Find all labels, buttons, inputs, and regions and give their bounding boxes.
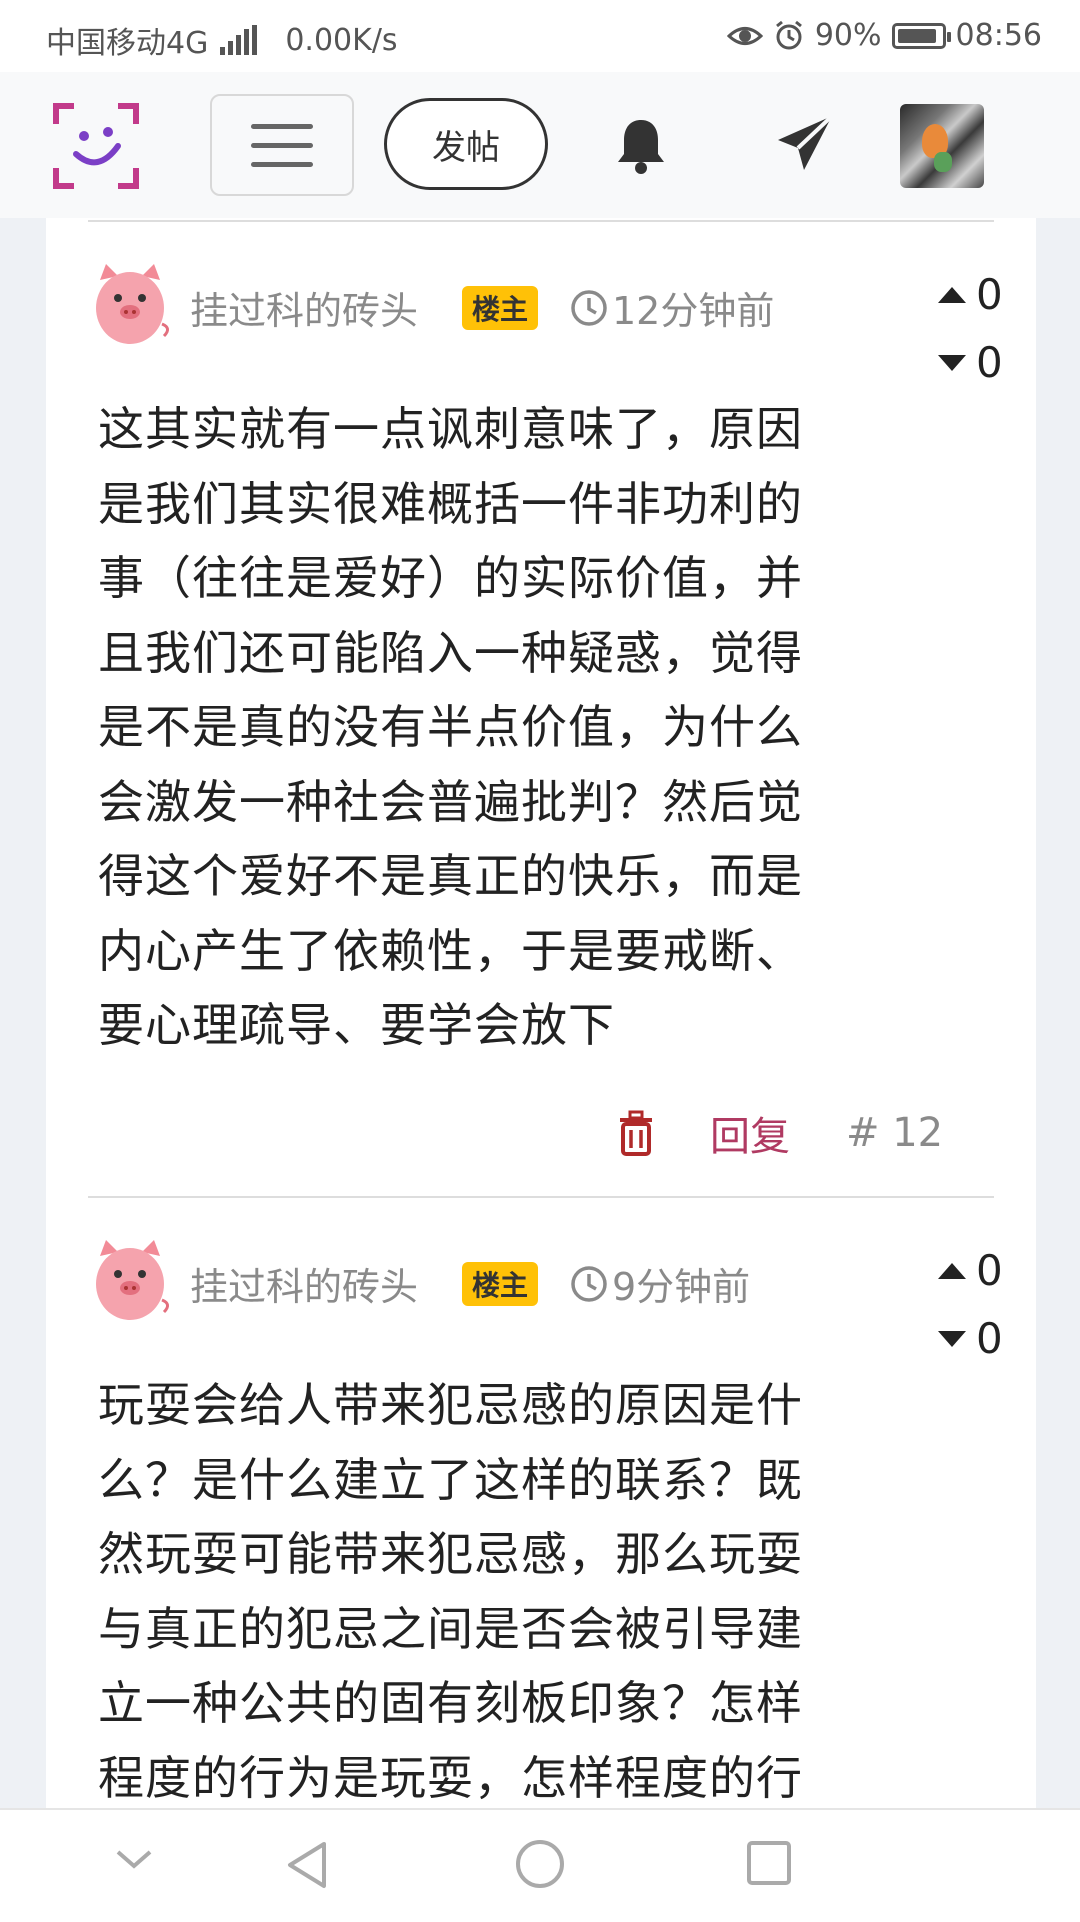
post-time: 9分钟前 — [570, 1256, 750, 1311]
trash-icon[interactable] — [616, 1110, 656, 1156]
post-line: 与真正的犯忌之间是否会被引导建 — [98, 1601, 803, 1656]
downvote-icon — [938, 354, 966, 371]
back-icon[interactable] — [284, 1840, 330, 1890]
post-line: 事（往往是爱好）的实际价值，并 — [98, 551, 803, 605]
downvote-button[interactable]: 0 — [938, 338, 1003, 387]
upvote-icon — [938, 1262, 966, 1279]
downvote-button[interactable]: 0 — [938, 1314, 1003, 1363]
site-logo-icon[interactable] — [52, 102, 140, 190]
clock-icon — [571, 1265, 607, 1302]
system-nav-bar — [0, 1808, 1080, 1922]
thread-card: 挂过科的砖头 楼主 12分钟前 0 0 这其实就有一点讽刺意味了，原因 是我们其… — [46, 218, 1036, 1808]
post-line: 然玩耍可能带来犯忌感，那么玩耍 — [98, 1527, 803, 1581]
downvote-count: 0 — [976, 1314, 1003, 1363]
menu-toggle-button[interactable] — [210, 94, 354, 196]
post-line: 玩耍会给人带来犯忌感的原因是什 — [98, 1378, 803, 1432]
clock-time: 08:56 — [955, 18, 1042, 53]
recents-icon[interactable] — [746, 1840, 792, 1886]
new-post-button[interactable]: 发帖 — [384, 98, 548, 190]
battery-percent: 90% — [814, 18, 882, 53]
post-divider — [88, 220, 994, 222]
upvote-icon — [938, 286, 966, 303]
reply-button[interactable]: 回复 — [710, 1104, 790, 1162]
floor-number: # 12 — [846, 1110, 944, 1156]
eye-icon — [726, 26, 763, 45]
post-line: 要心理疏导、要学会放下 — [98, 998, 615, 1052]
user-avatar[interactable] — [900, 104, 984, 188]
post-line: 会激发一种社会普遍批判？然后觉 — [98, 774, 803, 829]
carrier-label: 中国移动4G — [46, 26, 209, 61]
post-line: 么？是什么建立了这样的联系？既 — [98, 1452, 803, 1507]
post-line: 且我们还可能陷入一种疑惑，觉得 — [98, 625, 803, 680]
downvote-count: 0 — [976, 338, 1003, 387]
status-bar: 中国移动4G 0.00K/s 90% 08:56 — [0, 0, 1080, 72]
post-body: 玩耍会给人带来犯忌感的原因是什 么？是什么建立了这样的联系？既 然玩耍可能带来犯… — [98, 1368, 878, 1808]
home-icon[interactable] — [514, 1838, 566, 1890]
upvote-button[interactable]: 0 — [938, 1246, 1003, 1295]
downvote-icon — [938, 1330, 966, 1347]
post-line: 立一种公共的固有刻板印象？怎样 — [98, 1676, 803, 1730]
post-time-text: 12分钟前 — [612, 289, 775, 333]
upvote-count: 0 — [976, 270, 1003, 319]
alarm-icon — [775, 20, 802, 49]
post-time: 12分钟前 — [570, 280, 774, 335]
clock-icon — [571, 289, 607, 326]
bell-icon[interactable] — [614, 116, 668, 176]
top-navbar: 发帖 — [0, 72, 1080, 218]
author-name[interactable]: 挂过科的砖头 — [190, 280, 418, 335]
post-actions: 回复 # 12 — [616, 1104, 943, 1162]
post-line: 是我们其实很难概括一件非功利的 — [98, 476, 803, 531]
net-speed: 0.00K/s — [285, 22, 398, 58]
post-body: 这其实就有一点讽刺意味了，原因 是我们其实很难概括一件非功利的 事（往往是爱好）… — [98, 392, 878, 1063]
signal-icon — [220, 25, 258, 55]
op-badge: 楼主 — [462, 286, 539, 330]
pig-avatar-icon[interactable] — [90, 1234, 170, 1324]
post-line: 是不是真的没有半点价值，为什么 — [98, 700, 803, 754]
post-line: 得这个爱好不是真正的快乐，而是 — [98, 849, 803, 903]
post-line: 程度的行为是玩耍，怎样程度的行 — [98, 1750, 803, 1805]
send-icon[interactable] — [774, 112, 836, 174]
battery-icon — [891, 22, 951, 49]
pig-avatar-icon[interactable] — [90, 258, 170, 348]
post-time-text: 9分钟前 — [612, 1265, 751, 1309]
post-line: 内心产生了依赖性，于是要戒断、 — [98, 923, 803, 978]
post-divider — [88, 1196, 994, 1198]
author-name[interactable]: 挂过科的砖头 — [190, 1256, 418, 1311]
upvote-count: 0 — [976, 1246, 1003, 1295]
upvote-button[interactable]: 0 — [938, 270, 1003, 319]
post-line: 这其实就有一点讽刺意味了，原因 — [98, 402, 803, 456]
chevron-down-icon[interactable] — [114, 1846, 154, 1872]
op-badge: 楼主 — [462, 1262, 539, 1306]
